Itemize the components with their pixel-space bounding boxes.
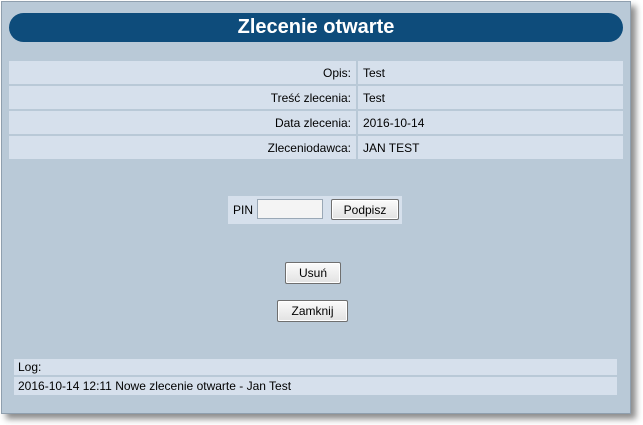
detail-row-description: Opis: Test xyxy=(9,61,623,84)
sign-button[interactable]: Podpisz xyxy=(331,199,399,220)
detail-value: Test xyxy=(358,86,623,109)
log-entry: 2016-10-14 12:11 Nowe zlecenie otwarte -… xyxy=(14,377,617,395)
pin-input[interactable] xyxy=(257,199,323,219)
detail-row-date: Data zlecenia: 2016-10-14 xyxy=(9,111,623,134)
detail-label: Zleceniodawca: xyxy=(9,136,358,159)
delete-button[interactable]: Usuń xyxy=(285,262,341,284)
detail-label: Treść zlecenia: xyxy=(9,86,358,109)
log-header: Log: xyxy=(14,359,617,375)
detail-row-principal: Zleceniodawca: JAN TEST xyxy=(9,136,623,159)
detail-label: Data zlecenia: xyxy=(9,111,358,134)
pin-panel: PIN Podpisz xyxy=(228,196,402,224)
detail-value: 2016-10-14 xyxy=(358,111,623,134)
detail-value: JAN TEST xyxy=(358,136,623,159)
order-details-table: Opis: Test Treść zlecenia: Test Data zle… xyxy=(9,59,623,161)
detail-label: Opis: xyxy=(9,61,358,84)
order-dialog: Zlecenie otwarte Opis: Test Treść zlecen… xyxy=(1,1,631,414)
detail-row-content: Treść zlecenia: Test xyxy=(9,86,623,109)
pin-label: PIN xyxy=(233,203,254,217)
dialog-title: Zlecenie otwarte xyxy=(9,13,623,42)
close-button[interactable]: Zamknij xyxy=(277,300,348,322)
detail-value: Test xyxy=(358,61,623,84)
